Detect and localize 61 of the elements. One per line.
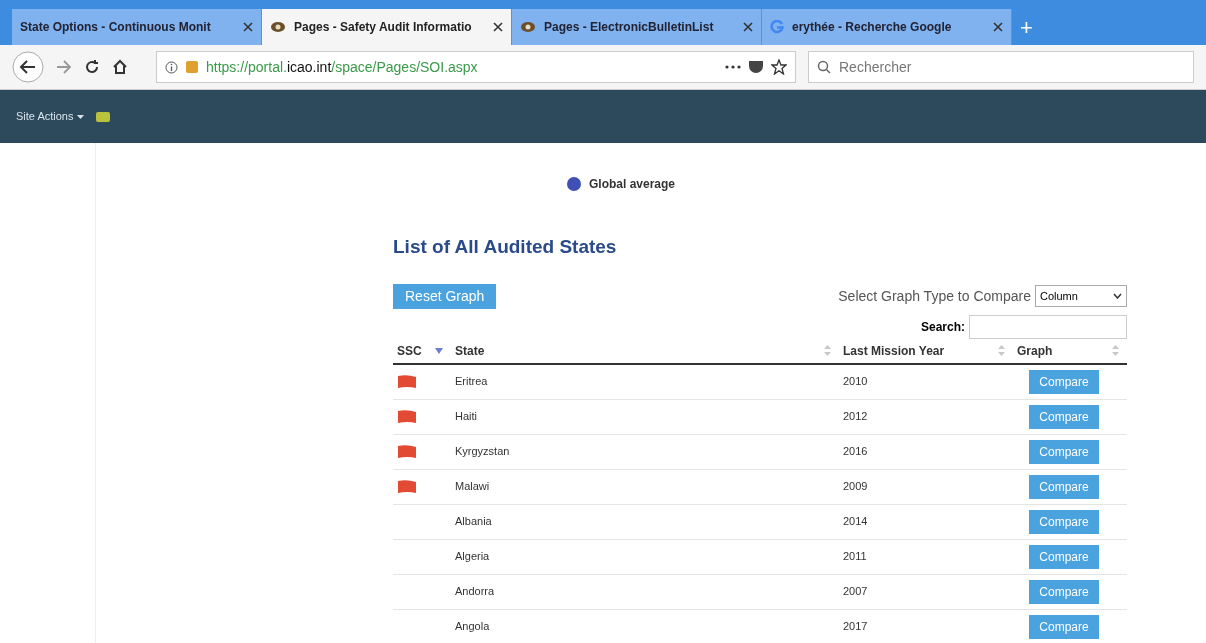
home-icon[interactable] bbox=[112, 59, 128, 75]
back-icon[interactable] bbox=[12, 51, 44, 83]
tab-title: State Options - Continuous Monit bbox=[20, 19, 212, 36]
year-cell-text: 2009 bbox=[842, 479, 869, 495]
state-cell-text: Haiti bbox=[454, 409, 478, 425]
flag-icon bbox=[397, 479, 417, 494]
star-icon[interactable] bbox=[771, 59, 787, 75]
google-icon bbox=[770, 20, 784, 34]
graph-type-label: Select Graph Type to Compare bbox=[838, 286, 1031, 306]
year-cell-text: 2016 bbox=[842, 444, 869, 460]
year-cell-text: 2017 bbox=[842, 619, 869, 635]
year-cell-text: 2012 bbox=[842, 409, 869, 425]
url-text: https://portal.icao.int/space/Pages/SOI.aspx bbox=[206, 57, 479, 77]
table-header[interactable]: Last Mission Year bbox=[839, 341, 1013, 360]
close-icon[interactable] bbox=[243, 22, 253, 32]
browser-tab[interactable]: Pages - ElectronicBulletinList bbox=[512, 9, 762, 45]
reload-icon[interactable] bbox=[84, 59, 100, 75]
year-cell-text: 2011 bbox=[842, 549, 868, 565]
search-field[interactable]: Rechercher bbox=[808, 51, 1194, 83]
flag-icon bbox=[397, 444, 417, 459]
info-icon bbox=[165, 60, 178, 74]
folder-icon[interactable] bbox=[96, 111, 111, 122]
year-cell-text: 2010 bbox=[842, 374, 869, 390]
state-cell-text: Andorra bbox=[454, 584, 496, 600]
tab-title: erythée - Recherche Google bbox=[792, 19, 953, 36]
page-title: List of All Audited States bbox=[393, 235, 618, 259]
search-placeholder: Rechercher bbox=[839, 57, 912, 77]
state-cell-text: Algeria bbox=[454, 549, 491, 565]
emblem-icon bbox=[270, 21, 286, 33]
close-icon[interactable] bbox=[493, 22, 503, 32]
chevron-icon bbox=[1113, 293, 1122, 299]
forward-icon[interactable] bbox=[56, 60, 72, 74]
tab-title: Pages - Safety Audit Informatio bbox=[294, 19, 473, 36]
graph-type-select[interactable]: Column bbox=[1035, 285, 1127, 307]
tab-title: Pages - ElectronicBulletinList bbox=[544, 19, 715, 36]
table-header[interactable]: State bbox=[451, 341, 839, 360]
state-cell-text: Malawi bbox=[454, 479, 491, 495]
state-cell-text: Kyrgyzstan bbox=[454, 444, 511, 460]
state-cell-text: Albania bbox=[454, 514, 493, 530]
flag-icon bbox=[397, 374, 417, 389]
table-header[interactable]: SSC bbox=[393, 341, 451, 360]
table-header[interactable]: Graph bbox=[1013, 341, 1127, 360]
table-search-field[interactable] bbox=[969, 314, 1127, 339]
more-icon[interactable] bbox=[725, 65, 741, 69]
search-icon bbox=[817, 60, 831, 74]
emblem-icon bbox=[520, 21, 536, 33]
caret-icon bbox=[77, 114, 85, 119]
browser-tab[interactable]: State Options - Continuous Monit bbox=[12, 9, 262, 45]
close-icon[interactable] bbox=[743, 22, 753, 32]
browser-tab[interactable]: Pages - Safety Audit Informatio bbox=[262, 9, 512, 45]
flag-icon bbox=[397, 409, 417, 424]
address-bar[interactable]: https://portal.icao.int/space/Pages/SOI.aspx bbox=[156, 51, 796, 83]
search-label: Search: bbox=[920, 318, 965, 336]
state-cell-text: Angola bbox=[454, 619, 491, 635]
close-icon[interactable] bbox=[993, 22, 1003, 32]
year-cell-text: 2007 bbox=[842, 584, 869, 600]
legend-label: Global average bbox=[588, 176, 675, 193]
browser-tab[interactable]: erythée - Recherche Google bbox=[762, 9, 1012, 45]
site-actions-menu[interactable]: Site Actions bbox=[16, 108, 85, 125]
state-cell-text: Eritrea bbox=[454, 374, 489, 390]
year-cell-text: 2014 bbox=[842, 514, 869, 530]
